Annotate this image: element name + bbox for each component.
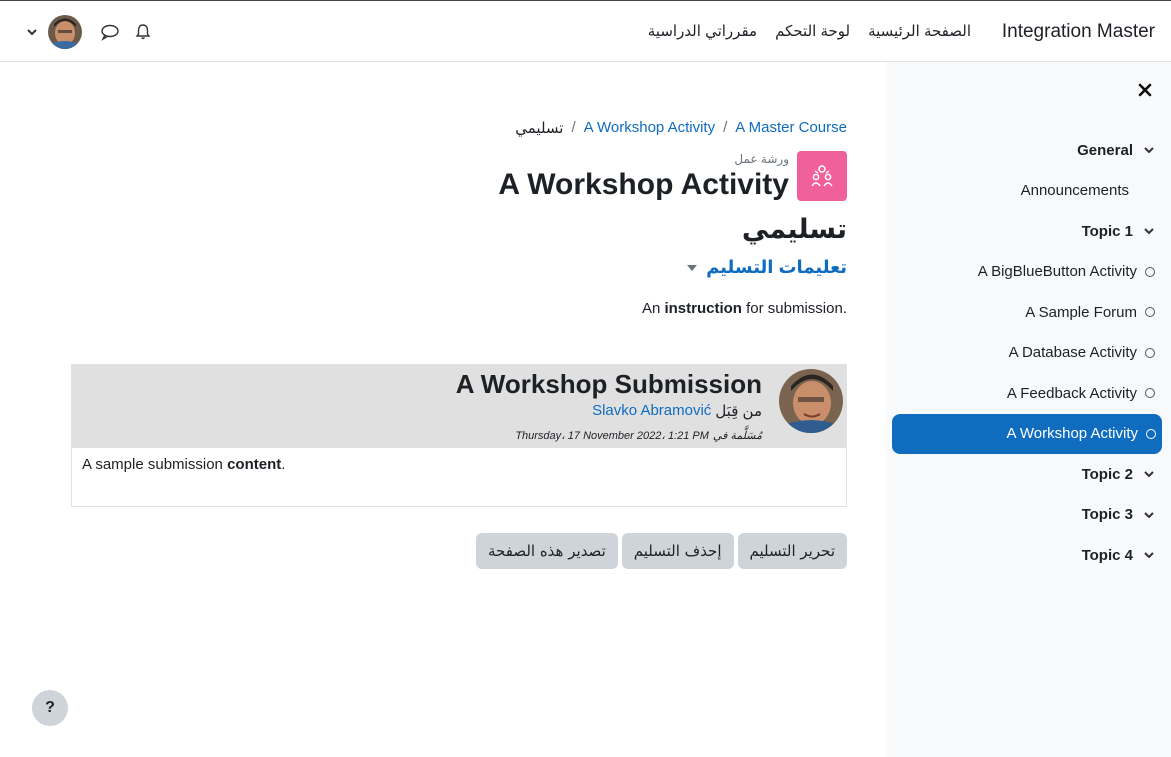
breadcrumb-current: تسليمي <box>515 120 564 137</box>
course-section-topic-4[interactable]: Topic 4 <box>886 535 1171 576</box>
chevron-down-icon[interactable] <box>1143 468 1155 480</box>
breadcrumb: A Master Course / A Workshop Activity / … <box>515 119 847 137</box>
bell-icon[interactable] <box>134 23 152 41</box>
breadcrumb-activity[interactable]: A Workshop Activity <box>584 119 715 137</box>
close-icon[interactable] <box>1137 82 1153 98</box>
breadcrumb-course[interactable]: A Master Course <box>735 119 847 137</box>
course-section-topic-1[interactable]: Topic 1 <box>886 211 1171 252</box>
instructions-toggle[interactable]: تعليمات التسليم <box>686 257 847 278</box>
chevron-down-icon[interactable] <box>1143 225 1155 237</box>
completion-circle-icon <box>1145 388 1155 399</box>
chevron-down-icon[interactable] <box>1143 144 1155 156</box>
chevron-down-icon[interactable] <box>26 26 38 38</box>
completion-circle-icon <box>1145 307 1155 318</box>
nav-my-courses[interactable]: مقرراتي الدراسية <box>648 22 757 40</box>
course-index: General Announcements Topic 1A BigBlueButt… <box>886 130 1171 576</box>
user-menu[interactable] <box>26 15 82 49</box>
workshop-icon <box>797 151 847 201</box>
help-button[interactable]: ? <box>32 690 68 726</box>
course-item-a-bigbluebutton-activity[interactable]: A BigBlueButton Activity <box>886 252 1171 293</box>
export-page-button[interactable]: تصدير هذه الصفحة <box>476 533 618 569</box>
module-type-label: ورشة عمل <box>734 152 789 166</box>
nav-dashboard[interactable]: لوحة التحكم <box>775 22 850 40</box>
caret-down-icon <box>687 264 698 271</box>
course-item-a-database-activity[interactable]: A Database Activity <box>886 333 1171 374</box>
instructions-text: An instruction for submission. <box>641 300 847 317</box>
completion-circle-icon <box>1145 347 1155 358</box>
edit-submission-button[interactable]: تحرير التسليم <box>737 533 847 569</box>
chevron-down-icon[interactable] <box>1143 509 1155 521</box>
main-content: A Master Course / A Workshop Activity / … <box>0 62 886 757</box>
course-item-a-feedback-activity[interactable]: A Feedback Activity <box>886 373 1171 414</box>
delete-submission-button[interactable]: إحذف التسليم <box>621 533 734 569</box>
breadcrumb-separator: / <box>723 119 728 136</box>
submission-content: A sample submission content. <box>82 456 286 473</box>
submission-actions: تحرير التسليم إحذف التسليم تصدير هذه الص… <box>476 533 847 569</box>
site-brand[interactable]: Integration Master <box>1002 21 1155 43</box>
author-link[interactable]: Slavko Abramović <box>592 402 711 420</box>
course-section-topic-2[interactable]: Topic 2 <box>886 454 1171 495</box>
course-section-general[interactable]: General <box>886 130 1171 171</box>
completion-circle-icon <box>1145 266 1155 277</box>
page-subtitle: تسليمي <box>741 214 847 244</box>
course-index-drawer: General Announcements Topic 1A BigBlueButt… <box>886 62 1171 757</box>
course-section-topic-3[interactable]: Topic 3 <box>886 495 1171 536</box>
course-item-announcements[interactable]: Announcements <box>886 171 1171 212</box>
message-icon[interactable] <box>100 23 120 41</box>
nav-home[interactable]: الصفحة الرئيسية <box>868 22 971 40</box>
submission-card: A Workshop Submission من قِبَل Slavko Ab… <box>71 364 847 507</box>
chevron-down-icon[interactable] <box>1143 549 1155 561</box>
course-item-a-sample-forum[interactable]: A Sample Forum <box>886 292 1171 333</box>
instructions-toggle-label: تعليمات التسليم <box>706 257 847 277</box>
avatar[interactable] <box>48 15 82 49</box>
top-navbar: Integration Master الصفحة الرئيسية لوحة … <box>0 0 1171 62</box>
author-avatar[interactable] <box>779 369 843 433</box>
submission-header: A Workshop Submission من قِبَل Slavko Ab… <box>72 365 846 448</box>
primary-navigation: الصفحة الرئيسية لوحة التحكم مقرراتي الدر… <box>648 22 971 40</box>
course-item-a-workshop-activity[interactable]: A Workshop Activity <box>892 413 1162 454</box>
submission-date: مُسَلَّمة في Thursday، 17 November 2022،… <box>515 430 762 442</box>
submission-author: من قِبَل Slavko Abramović <box>592 402 762 420</box>
completion-circle-icon <box>1146 428 1156 439</box>
submission-title: A Workshop Submission <box>455 369 762 399</box>
breadcrumb-separator: / <box>571 119 576 136</box>
page-title: A Workshop Activity <box>498 168 789 201</box>
